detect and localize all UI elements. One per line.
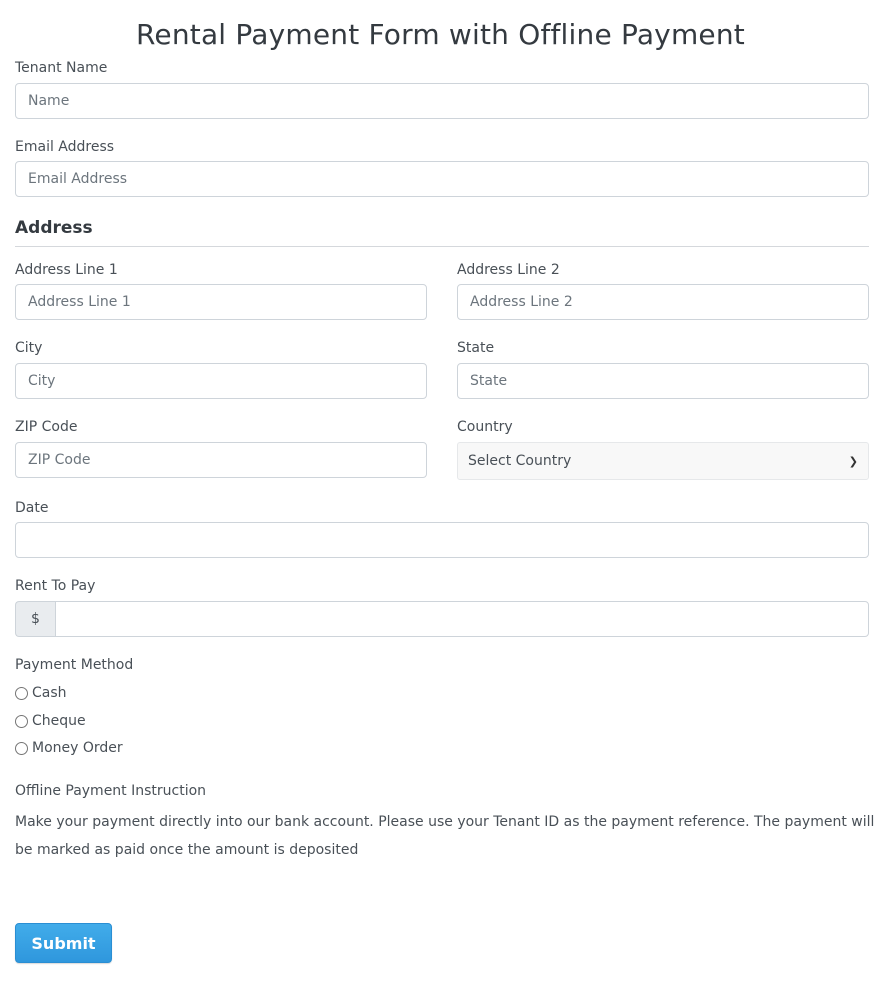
radio-option-cash[interactable]: Cash: [15, 685, 67, 701]
tenant-name-input[interactable]: [15, 83, 869, 119]
payment-method-label: Payment Method: [15, 657, 134, 673]
radio-option-money-order[interactable]: Money Order: [15, 740, 123, 756]
radio-button[interactable]: [15, 686, 28, 700]
tenant-name-label: Tenant Name: [15, 60, 108, 76]
zip-label: ZIP Code: [15, 419, 78, 435]
instruction-text: Make your payment directly into our bank…: [15, 814, 875, 858]
rental-payment-form: Rental Payment Form with Offline Payment…: [0, 0, 881, 991]
address-line2-input[interactable]: [457, 284, 869, 320]
state-label: State: [457, 340, 495, 356]
email-label: Email Address: [15, 139, 115, 155]
address-line1-label: Address Line 1: [15, 262, 118, 278]
radio-button[interactable]: [15, 741, 28, 755]
currency-prefix: $: [15, 601, 55, 637]
city-input[interactable]: [15, 363, 427, 399]
email-input[interactable]: [15, 161, 869, 197]
state-input[interactable]: [457, 363, 869, 399]
country-label: Country: [457, 419, 513, 435]
submit-button[interactable]: Submit: [15, 923, 112, 963]
date-input[interactable]: [15, 522, 869, 558]
page-title: Rental Payment Form with Offline Payment: [136, 18, 745, 51]
radio-label: Money Order: [32, 740, 123, 756]
radio-option-cheque[interactable]: Cheque: [15, 713, 86, 729]
radio-label: Cash: [32, 685, 67, 701]
country-select-value: Select Country: [468, 453, 572, 469]
zip-input[interactable]: [15, 442, 427, 478]
country-select[interactable]: Select Country ❯: [457, 442, 869, 480]
rent-input[interactable]: [55, 601, 869, 637]
address-section-title: Address: [15, 218, 93, 238]
instruction-label: Offline Payment Instruction: [15, 783, 207, 799]
chevron-down-icon: ❯: [848, 454, 858, 468]
radio-label: Cheque: [32, 713, 86, 729]
address-divider: [15, 246, 869, 247]
city-label: City: [15, 340, 43, 356]
radio-button[interactable]: [15, 714, 28, 728]
rent-label: Rent To Pay: [15, 578, 96, 594]
address-line1-input[interactable]: [15, 284, 427, 320]
date-label: Date: [15, 500, 49, 516]
address-line2-label: Address Line 2: [457, 262, 560, 278]
